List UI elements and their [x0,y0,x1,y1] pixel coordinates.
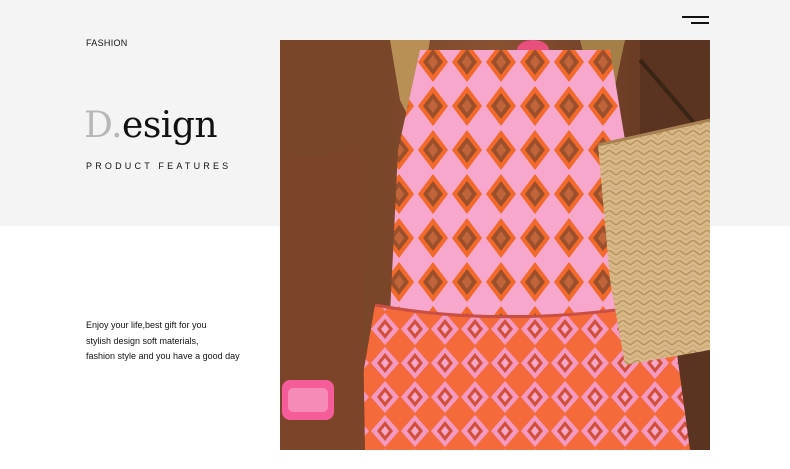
description-line: stylish design soft materials, [86,335,199,346]
title-rest: esign [122,105,218,146]
brand-tag: FASHION [86,38,128,48]
product-photo [280,40,710,450]
description-line: Enjoy your life,best gift for you [86,320,207,330]
hamburger-menu-button[interactable] [682,14,710,28]
page-title: D.esign [84,105,218,146]
description-line: fashion style and you have a good day [86,351,240,361]
description-text: Enjoy your life,best gift for you stylis… [86,318,266,365]
title-initial: D. [84,105,123,146]
hamburger-menu-icon [682,16,709,18]
product-features-subtitle: PRODUCT FEATURES [86,161,232,171]
